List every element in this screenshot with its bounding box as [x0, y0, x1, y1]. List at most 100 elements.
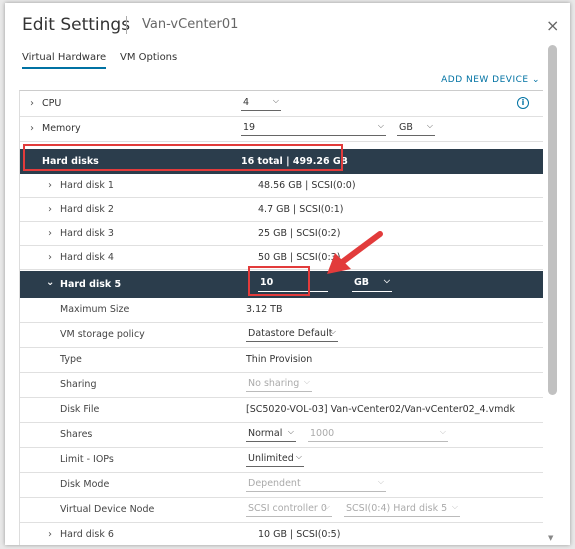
storage-policy-label: VM storage policy	[60, 329, 145, 340]
chevron-down-icon[interactable]: ⌄	[46, 277, 54, 288]
dialog-subtitle: Van-vCenter01	[142, 17, 239, 32]
cpu-label: CPU	[42, 98, 62, 109]
hard-disks-summary: 16 total | 499.26 GB	[241, 156, 348, 167]
hard-disk-4-row: › Hard disk 4 50 GB | SCSI(0:3)	[20, 245, 543, 270]
cpu-row: › CPU 4 ⌵ i	[20, 91, 543, 117]
hard-disk-5-size: 10	[260, 277, 274, 288]
type-label: Type	[60, 354, 82, 365]
hard-disk-6-label: Hard disk 6	[60, 529, 114, 540]
limit-iops-row: Limit - IOPs Unlimited ⌵	[20, 447, 543, 473]
chevron-right-icon[interactable]: ›	[30, 123, 34, 134]
close-icon[interactable]: ×	[546, 16, 559, 35]
hardware-grid: › CPU 4 ⌵ i › Memory 19 ⌵ GB ⌵ Hard disks 1…	[19, 90, 543, 545]
chevron-right-icon[interactable]: ›	[48, 228, 52, 239]
sharing-label: Sharing	[60, 379, 97, 390]
hard-disk-5-row: ⌄ Hard disk 5 10 GB ⌵	[20, 271, 543, 298]
cpu-value: 4	[243, 97, 250, 108]
shares-amount-input: 1000 ⌵	[308, 427, 448, 442]
hard-disk-1-label: Hard disk 1	[60, 180, 114, 191]
limit-iops-label: Limit - IOPs	[60, 454, 114, 465]
hard-disk-6-row: › Hard disk 6 10 GB | SCSI(0:5)	[20, 522, 543, 545]
chevron-down-icon: ⌵	[377, 477, 384, 486]
hard-disk-4-label: Hard disk 4	[60, 252, 114, 263]
limit-iops-select[interactable]: Unlimited ⌵	[246, 452, 304, 467]
chevron-down-icon: ⌵	[329, 327, 336, 336]
tab-vm-options[interactable]: VM Options	[120, 52, 177, 67]
tab-virtual-hardware[interactable]: Virtual Hardware	[22, 52, 107, 69]
scsi-node-select: SCSI(0:4) Hard disk 5 ⌵	[344, 502, 460, 517]
disk-file-label: Disk File	[60, 404, 100, 415]
type-value: Thin Provision	[246, 354, 313, 365]
max-size-row: Maximum Size 3.12 TB	[20, 297, 543, 323]
memory-row: › Memory 19 ⌵ GB ⌵	[20, 116, 543, 142]
hard-disk-1-value: 48.56 GB | SCSI(0:0)	[258, 180, 356, 191]
hard-disks-row[interactable]: Hard disks 16 total | 499.26 GB	[20, 149, 543, 174]
disk-file-row: Disk File [SC5020-VOL-03] Van-vCenter02/…	[20, 397, 543, 423]
memory-unit: GB	[399, 122, 413, 133]
hard-disk-3-row: › Hard disk 3 25 GB | SCSI(0:2)	[20, 221, 543, 246]
hard-disk-5-unit: GB	[354, 277, 370, 288]
sharing-value: No sharing	[248, 378, 300, 389]
dialog-title: Edit Settings	[22, 15, 131, 35]
chevron-down-icon: ⌵	[439, 427, 446, 436]
shares-amount: 1000	[310, 428, 335, 439]
max-size-label: Maximum Size	[60, 304, 130, 315]
title-separator	[126, 16, 127, 34]
chevron-down-icon: ⌵	[383, 276, 390, 285]
hard-disk-5-label: Hard disk 5	[60, 279, 122, 290]
chevron-right-icon[interactable]: ›	[48, 529, 52, 540]
chevron-right-icon[interactable]: ›	[48, 180, 52, 191]
add-new-device-button[interactable]: ADD NEW DEVICE ⌄	[441, 75, 540, 85]
chevron-down-icon: ⌵	[295, 452, 302, 461]
type-row: Type Thin Provision	[20, 347, 543, 373]
disk-mode-label: Disk Mode	[60, 479, 110, 490]
shares-value: Normal	[248, 428, 283, 439]
chevron-down-icon: ⌵	[323, 502, 330, 511]
arrow-icon	[327, 231, 383, 274]
scsi-controller-select: SCSI controller 0 ⌵	[246, 502, 332, 517]
info-icon[interactable]: i	[517, 97, 529, 109]
hard-disk-5-size-input[interactable]: 10	[258, 276, 328, 292]
scrollbar-thumb[interactable]	[548, 45, 557, 395]
sharing-select: No sharing ⌵	[246, 377, 312, 392]
chevron-right-icon[interactable]: ›	[48, 252, 52, 263]
chevron-down-icon: ⌄	[531, 75, 540, 85]
chevron-down-icon: ⌵	[377, 121, 384, 130]
chevron-down-icon: ⌵	[272, 96, 279, 105]
shares-row: Shares Normal ⌵ 1000 ⌵	[20, 422, 543, 448]
chevron-right-icon[interactable]: ›	[48, 204, 52, 215]
hard-disk-5-unit-select[interactable]: GB ⌵	[352, 276, 392, 292]
disk-mode-select: Dependent ⌵	[246, 477, 386, 492]
memory-unit-select[interactable]: GB ⌵	[397, 121, 435, 136]
max-size-value: 3.12 TB	[246, 304, 283, 315]
disk-mode-row: Disk Mode Dependent ⌵	[20, 472, 543, 498]
scsi-node-value: SCSI(0:4) Hard disk 5	[346, 503, 448, 514]
memory-label: Memory	[42, 123, 81, 134]
edit-settings-dialog: Edit Settings Van-vCenter01 × Virtual Ha…	[5, 3, 570, 545]
memory-value: 19	[243, 122, 256, 133]
cpu-select[interactable]: 4 ⌵	[241, 96, 281, 111]
storage-policy-value: Datastore Default	[248, 328, 333, 339]
hard-disk-1-row: › Hard disk 1 48.56 GB | SCSI(0:0)	[20, 173, 543, 198]
sharing-row: Sharing No sharing ⌵	[20, 372, 543, 398]
shares-label: Shares	[60, 429, 93, 440]
disk-file-value: [SC5020-VOL-03] Van-vCenter02/Van-vCente…	[246, 404, 515, 415]
shares-select[interactable]: Normal ⌵	[246, 427, 296, 442]
hard-disk-2-value: 4.7 GB | SCSI(0:1)	[258, 204, 344, 215]
chevron-down-icon: ⌵	[451, 502, 458, 511]
virtual-device-node-label: Virtual Device Node	[60, 504, 155, 515]
scsi-controller-value: SCSI controller 0	[248, 503, 327, 514]
virtual-device-node-row: Virtual Device Node SCSI controller 0 ⌵ S…	[20, 497, 543, 523]
add-new-device-label: ADD NEW DEVICE	[441, 75, 529, 85]
hard-disk-6-value: 10 GB | SCSI(0:5)	[258, 529, 341, 540]
chevron-down-icon: ⌵	[287, 427, 294, 436]
storage-policy-row: VM storage policy Datastore Default ⌵	[20, 322, 543, 348]
disk-mode-value: Dependent	[248, 478, 301, 489]
storage-policy-select[interactable]: Datastore Default ⌵	[246, 327, 338, 342]
chevron-down-icon: ⌵	[426, 121, 433, 130]
scroll-down-icon[interactable]: ▼	[548, 534, 553, 542]
memory-input[interactable]: 19 ⌵	[241, 121, 386, 136]
hard-disk-2-label: Hard disk 2	[60, 204, 114, 215]
hard-disks-label: Hard disks	[42, 156, 99, 167]
chevron-right-icon[interactable]: ›	[30, 98, 34, 109]
